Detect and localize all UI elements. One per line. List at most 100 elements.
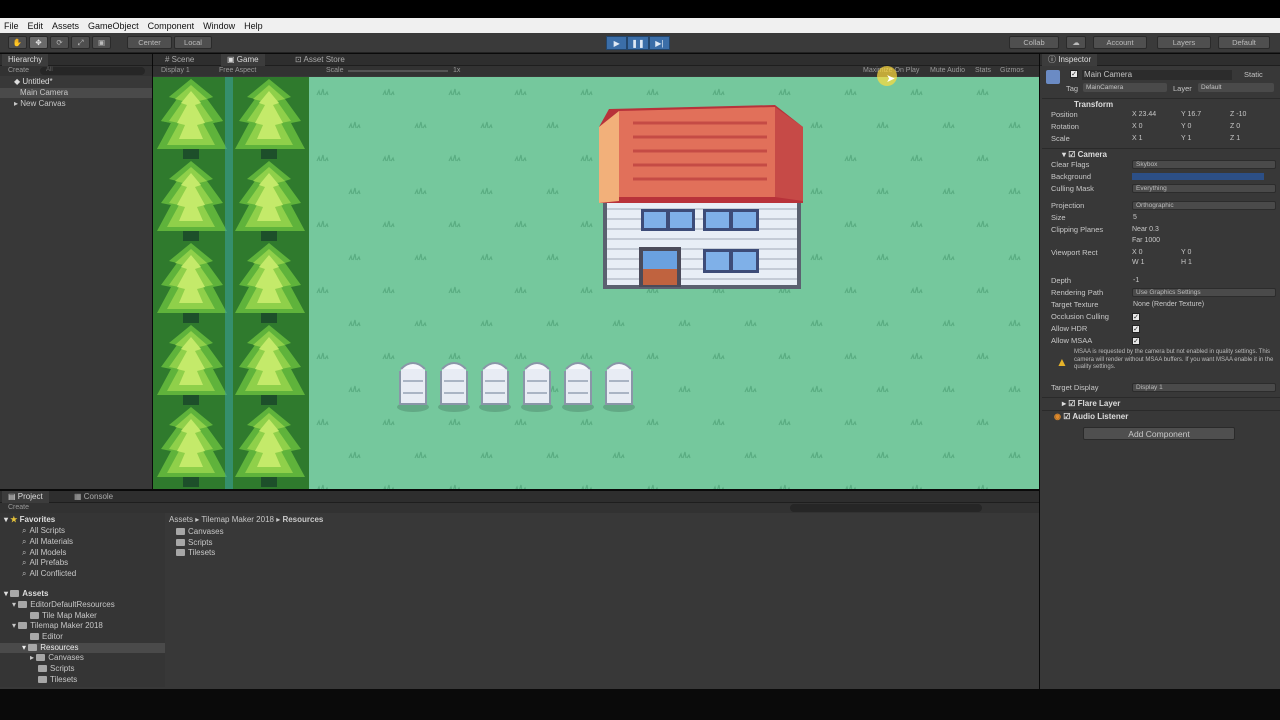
tree-editor-default[interactable]: ▾ EditorDefaultResources bbox=[12, 600, 115, 610]
layout-dropdown[interactable]: Default bbox=[1218, 36, 1270, 49]
object-name-input[interactable]: Main Camera bbox=[1082, 70, 1232, 80]
aspect-dropdown[interactable]: Free Aspect bbox=[219, 67, 256, 74]
pivot-local-toggle[interactable]: Local bbox=[174, 36, 212, 49]
step-icon[interactable]: ▶| bbox=[648, 36, 670, 50]
menu-assets[interactable]: Assets bbox=[52, 21, 79, 31]
viewport-w[interactable]: W 1 bbox=[1132, 258, 1144, 268]
fav-all-models[interactable]: ⌕ All Models bbox=[22, 548, 66, 558]
rect-tool-icon[interactable]: ▣ bbox=[92, 36, 111, 49]
camera-header[interactable]: ▾ ☑ Camera bbox=[1042, 148, 1280, 159]
cloud-icon[interactable]: ☁ bbox=[1066, 36, 1086, 49]
viewport-h[interactable]: H 1 bbox=[1181, 258, 1192, 268]
position-y[interactable]: Y 16.7 bbox=[1181, 110, 1201, 120]
hierarchy-search-input[interactable]: All bbox=[40, 67, 145, 75]
target-display-dropdown[interactable]: Display 1 bbox=[1132, 383, 1276, 392]
tree-tile-map-maker[interactable]: Tile Map Maker bbox=[30, 611, 97, 621]
tab-asset-store[interactable]: ⊡ Asset Store bbox=[289, 54, 351, 66]
tab-console[interactable]: ▦ Console bbox=[68, 491, 119, 503]
transform-header[interactable]: Transform bbox=[1042, 98, 1280, 109]
hierarchy-create-button[interactable]: Create bbox=[8, 67, 29, 74]
occlusion-checkbox[interactable]: ✓ bbox=[1132, 313, 1140, 321]
rotation-z[interactable]: Z 0 bbox=[1230, 122, 1240, 132]
culling-mask-dropdown[interactable]: Everything bbox=[1132, 184, 1276, 193]
viewport-x[interactable]: X 0 bbox=[1132, 248, 1143, 258]
scale-slider[interactable] bbox=[348, 70, 448, 72]
pivot-center-toggle[interactable]: Center bbox=[127, 36, 172, 49]
content-scripts[interactable]: Scripts bbox=[176, 538, 212, 548]
project-search-input[interactable] bbox=[790, 504, 982, 512]
play-icon[interactable]: ▶ bbox=[606, 36, 628, 50]
stats-toggle[interactable]: Stats bbox=[975, 67, 991, 74]
assets-header[interactable]: ▾ Assets bbox=[4, 589, 49, 599]
tag-dropdown[interactable]: MainCamera bbox=[1083, 83, 1167, 92]
breadcrumb-assets[interactable]: Assets bbox=[169, 515, 193, 524]
fav-all-prefabs[interactable]: ⌕ All Prefabs bbox=[22, 558, 68, 568]
size-value[interactable]: 5 bbox=[1133, 213, 1137, 223]
position-z[interactable]: Z -10 bbox=[1230, 110, 1246, 120]
hierarchy-item-main-camera[interactable]: Main Camera bbox=[0, 88, 152, 98]
display-dropdown[interactable]: Display 1 bbox=[161, 67, 190, 74]
content-tilesets[interactable]: Tilesets bbox=[176, 548, 215, 558]
hdr-checkbox[interactable]: ✓ bbox=[1132, 325, 1140, 333]
collab-dropdown[interactable]: Collab bbox=[1009, 36, 1059, 49]
scene-root[interactable]: ◆ Untitled* bbox=[14, 77, 53, 87]
rotation-y[interactable]: Y 0 bbox=[1181, 122, 1191, 132]
hand-tool-icon[interactable]: ✋ bbox=[8, 36, 27, 49]
viewport-y[interactable]: Y 0 bbox=[1181, 248, 1191, 258]
near-field[interactable]: Near 0.3 bbox=[1132, 225, 1159, 235]
tree-resources[interactable]: ▾ Resources bbox=[0, 643, 165, 653]
audio-listener-header[interactable]: ◉ ☑ Audio Listener bbox=[1042, 410, 1280, 421]
fav-all-scripts[interactable]: ⌕ All Scripts bbox=[22, 526, 65, 536]
fav-all-materials[interactable]: ⌕ All Materials bbox=[22, 537, 73, 547]
tree-tilesets[interactable]: Tilesets bbox=[38, 675, 77, 685]
hierarchy-item-new-canvas[interactable]: ▸ New Canvas bbox=[14, 99, 66, 109]
breadcrumb-resources[interactable]: Resources bbox=[282, 515, 323, 524]
tab-inspector[interactable]: ⓘ Inspector bbox=[1042, 54, 1098, 66]
menu-file[interactable]: File bbox=[4, 21, 19, 31]
pause-icon[interactable]: ❚❚ bbox=[627, 36, 649, 50]
mute-audio-toggle[interactable]: Mute Audio bbox=[930, 67, 965, 74]
msaa-checkbox[interactable]: ✓ bbox=[1132, 337, 1140, 345]
tree-tilemap-2018[interactable]: ▾ Tilemap Maker 2018 bbox=[12, 621, 103, 631]
tree-canvases[interactable]: ▸ Canvases bbox=[30, 653, 84, 663]
menu-help[interactable]: Help bbox=[244, 21, 263, 31]
scale-tool-icon[interactable]: ⤢ bbox=[71, 36, 90, 49]
layer-dropdown[interactable]: Default bbox=[1198, 83, 1274, 92]
scale-z[interactable]: Z 1 bbox=[1230, 134, 1240, 144]
rotation-x[interactable]: X 0 bbox=[1132, 122, 1143, 132]
clear-flags-dropdown[interactable]: Skybox bbox=[1132, 160, 1276, 169]
tree-scripts[interactable]: Scripts bbox=[38, 664, 74, 674]
background-color-swatch[interactable] bbox=[1132, 173, 1264, 180]
rendering-path-dropdown[interactable]: Use Graphics Settings bbox=[1132, 288, 1276, 297]
content-canvases[interactable]: Canvases bbox=[176, 527, 224, 537]
tab-project[interactable]: ▤ Project bbox=[2, 491, 49, 503]
depth-value[interactable]: -1 bbox=[1133, 276, 1139, 286]
projection-dropdown[interactable]: Orthographic bbox=[1132, 201, 1276, 210]
move-tool-icon[interactable]: ✥ bbox=[29, 36, 48, 49]
breadcrumb-tilemap[interactable]: Tilemap Maker 2018 bbox=[201, 515, 274, 524]
rotate-tool-icon[interactable]: ⟳ bbox=[50, 36, 69, 49]
menu-window[interactable]: Window bbox=[203, 21, 235, 31]
tree-editor[interactable]: Editor bbox=[30, 632, 63, 642]
target-texture-field[interactable]: None (Render Texture) bbox=[1133, 300, 1204, 310]
account-dropdown[interactable]: Account bbox=[1093, 36, 1147, 49]
menu-gameobject[interactable]: GameObject bbox=[88, 21, 139, 31]
tab-scene[interactable]: # Scene bbox=[159, 54, 200, 66]
fav-all-conflicted[interactable]: ⌕ All Conflicted bbox=[22, 569, 76, 579]
far-field[interactable]: Far 1000 bbox=[1132, 236, 1160, 246]
scale-x[interactable]: X 1 bbox=[1132, 134, 1143, 144]
game-viewport[interactable] bbox=[153, 77, 1039, 489]
position-x[interactable]: X 23.44 bbox=[1132, 110, 1156, 120]
gizmos-dropdown[interactable]: Gizmos bbox=[1000, 67, 1024, 74]
project-create-button[interactable]: Create bbox=[8, 504, 29, 511]
layers-dropdown[interactable]: Layers bbox=[1157, 36, 1211, 49]
scale-y[interactable]: Y 1 bbox=[1181, 134, 1191, 144]
favorites-header[interactable]: ▾ ★ Favorites bbox=[4, 515, 55, 525]
menu-component[interactable]: Component bbox=[148, 21, 195, 31]
menu-edit[interactable]: Edit bbox=[28, 21, 44, 31]
active-checkbox[interactable]: ✓ bbox=[1070, 70, 1078, 78]
tab-hierarchy[interactable]: Hierarchy bbox=[2, 54, 49, 66]
flare-layer-header[interactable]: ▸ ☑ Flare Layer bbox=[1042, 397, 1280, 408]
add-component-button[interactable]: Add Component bbox=[1083, 427, 1235, 440]
tab-game[interactable]: ▣ Game bbox=[221, 54, 265, 66]
